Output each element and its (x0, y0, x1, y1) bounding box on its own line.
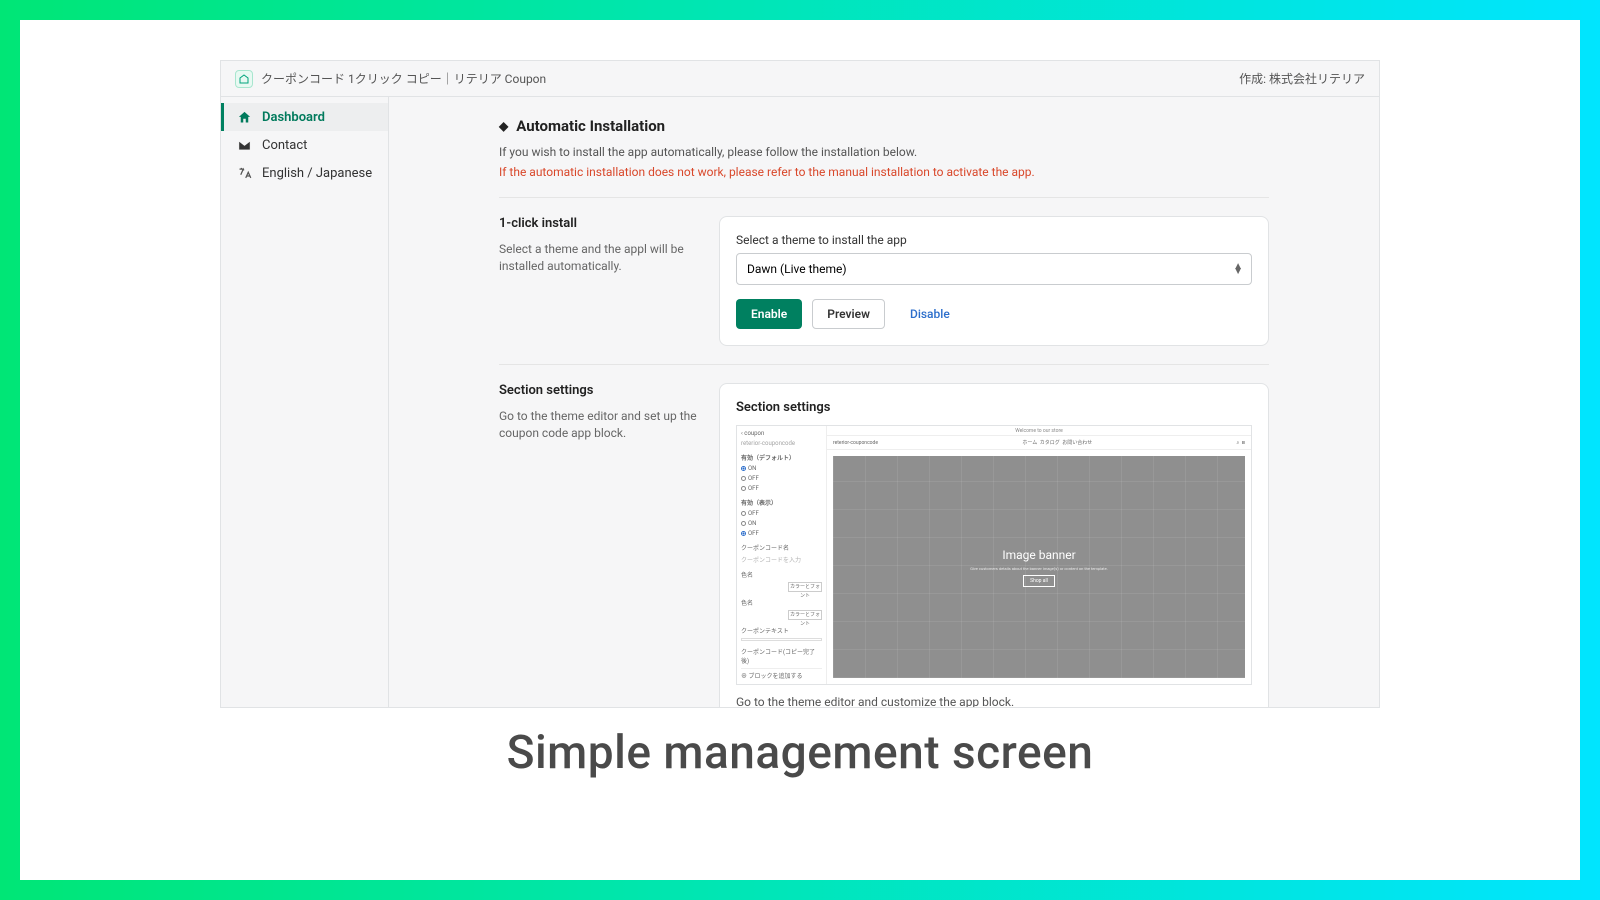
install-card: Select a theme to install the app Dawn (… (719, 216, 1269, 346)
section-settings-card: Section settings ‹ coupon reterior-coupo… (719, 383, 1269, 707)
chevron-updown-icon: ▲▼ (1233, 264, 1243, 274)
editor-preview: Welcome to our store reterior-couponcode… (827, 426, 1251, 684)
theme-select-label: Select a theme to install the app (736, 233, 1252, 247)
home-icon (236, 109, 252, 125)
section-settings-title: Section settings (499, 383, 699, 398)
sidebar-item-contact[interactable]: Contact (221, 131, 388, 159)
section-card-title: Section settings (736, 400, 1252, 415)
app-window: クーポンコード 1クリック コピー｜リテリア Coupon 作成: 株式会社リテ… (220, 60, 1380, 708)
diamond-icon: ◆ (499, 119, 508, 133)
sidebar-item-label: English / Japanese (262, 166, 372, 181)
app-title: クーポンコード 1クリック コピー｜リテリア Coupon (261, 70, 546, 87)
mail-icon (236, 137, 252, 153)
install-section-title: 1-click install (499, 216, 699, 231)
disable-link[interactable]: Disable (895, 299, 965, 329)
main-content: ◆ Automatic Installation If you wish to … (389, 97, 1379, 707)
language-icon (236, 165, 252, 181)
sidebar-item-label: Dashboard (262, 110, 325, 125)
theme-editor-screenshot: ‹ coupon reterior-couponcode 有効（デフォルト） O… (736, 425, 1252, 685)
page-title: ◆ Automatic Installation (499, 117, 1269, 135)
install-section-desc: Select a theme and the appl will be inst… (499, 241, 699, 275)
theme-select[interactable]: Dawn (Live theme) ▲▼ (736, 253, 1252, 285)
page-warning: If the automatic installation does not w… (499, 165, 1269, 179)
section-settings-desc: Go to the theme editor and set up the co… (499, 408, 699, 442)
preview-button[interactable]: Preview (812, 299, 885, 329)
hero-title: Image banner (1002, 548, 1075, 562)
sidebar-item-language[interactable]: English / Japanese (221, 159, 388, 187)
enable-button[interactable]: Enable (736, 299, 802, 329)
section-card-caption: Go to the theme editor and customize the… (736, 695, 1252, 707)
topbar: クーポンコード 1クリック コピー｜リテリア Coupon 作成: 株式会社リテ… (221, 61, 1379, 97)
author-label: 作成: 株式会社リテリア (1239, 70, 1365, 87)
sidebar-item-dashboard[interactable]: Dashboard (221, 103, 388, 131)
editor-sidebar: ‹ coupon reterior-couponcode 有効（デフォルト） O… (737, 426, 827, 684)
app-logo-icon (235, 70, 253, 88)
marketing-caption: Simple management screen (20, 726, 1580, 780)
page-description: If you wish to install the app automatic… (499, 145, 1269, 159)
theme-select-value: Dawn (Live theme) (747, 262, 847, 276)
search-icon: ⌕ ⊟ (1237, 440, 1245, 446)
sidebar-item-label: Contact (262, 138, 307, 153)
sidebar: Dashboard Contact English / Japanese (221, 97, 389, 707)
